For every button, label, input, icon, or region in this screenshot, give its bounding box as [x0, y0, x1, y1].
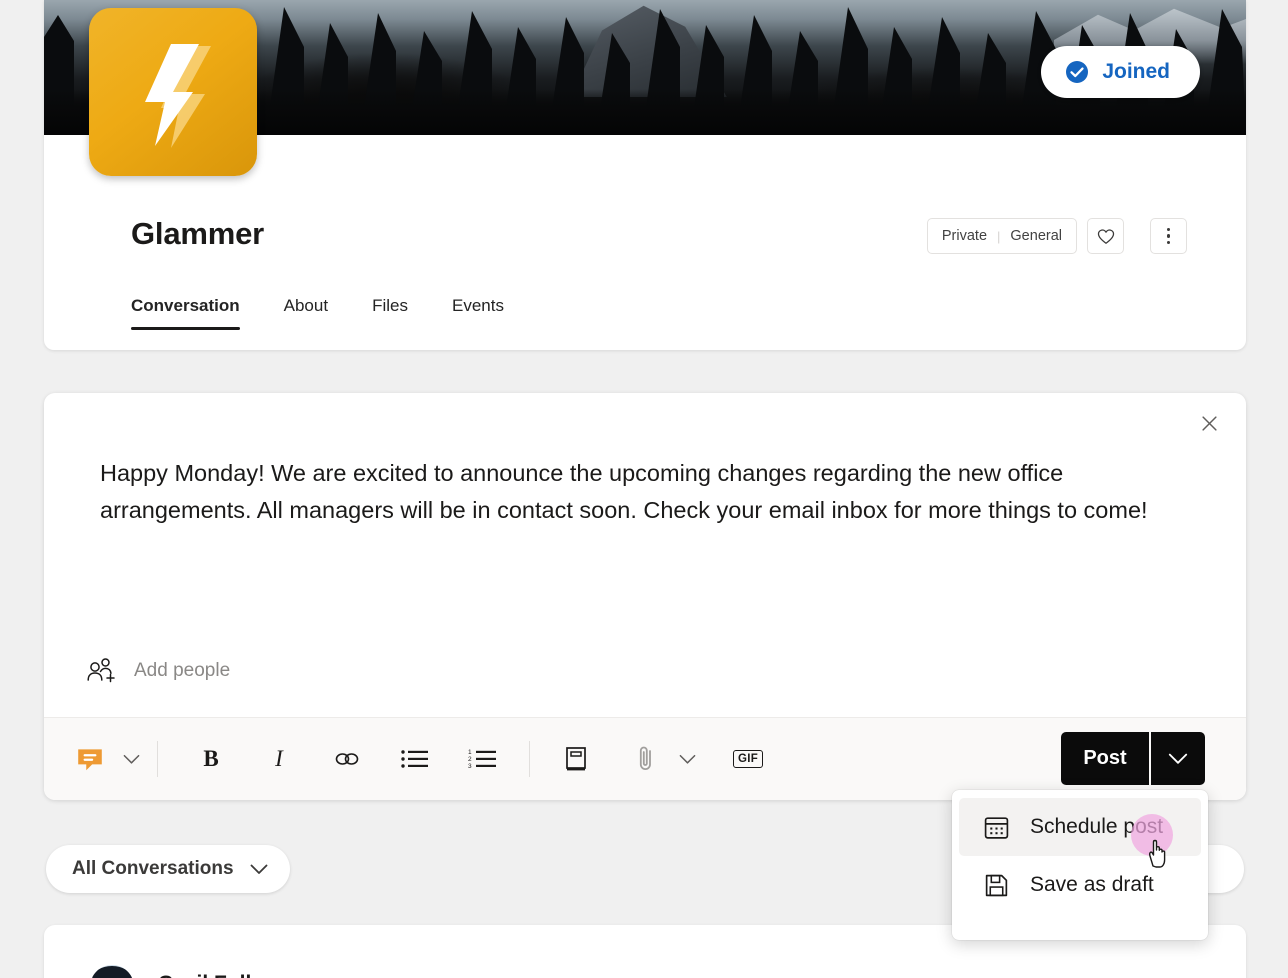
conversation-filter-button[interactable]: All Conversations	[46, 845, 290, 893]
save-floppy-icon	[985, 874, 1008, 896]
group-tabs: Conversation About Files Events	[131, 296, 504, 330]
chevron-down-icon	[250, 864, 267, 874]
message-type-button[interactable]	[66, 735, 114, 783]
group-header-card: Joined Glammer Private | General Convers…	[44, 0, 1246, 350]
avatar	[90, 965, 134, 978]
conversation-filter-label: All Conversations	[72, 858, 234, 879]
toolbar-divider-2	[529, 741, 530, 777]
more-vertical-icon	[1166, 227, 1171, 245]
post-body-text[interactable]: Happy Monday! We are excited to announce…	[100, 455, 1170, 529]
attach-icon	[639, 746, 651, 770]
bulleted-list-button[interactable]	[391, 735, 439, 783]
yammer-group-page: Joined Glammer Private | General Convers…	[0, 0, 1288, 978]
tab-files[interactable]: Files	[372, 296, 408, 330]
more-options-button[interactable]	[1150, 218, 1187, 254]
group-logo	[89, 8, 257, 176]
bold-icon: B	[203, 746, 219, 771]
post-split-button: Post	[1061, 732, 1205, 785]
toolbar-divider	[157, 741, 158, 777]
tab-about[interactable]: About	[284, 296, 328, 330]
lightning-bolt-icon	[145, 44, 211, 148]
bulleted-list-icon	[401, 750, 428, 768]
add-people-row[interactable]: Add people	[86, 657, 230, 685]
link-icon	[335, 753, 359, 765]
chevron-down-icon	[123, 754, 139, 764]
calendar-icon	[984, 816, 1009, 839]
gif-icon: GIF	[732, 750, 764, 768]
chevron-down-icon	[679, 754, 695, 764]
post-author-name: Cecil Folk	[158, 972, 257, 978]
post-options-button[interactable]	[1151, 732, 1205, 785]
add-people-placeholder: Add people	[134, 660, 231, 681]
joined-button[interactable]: Joined	[1041, 46, 1200, 98]
tab-files-label: Files	[372, 296, 408, 315]
gif-button[interactable]: GIF	[724, 735, 772, 783]
pointer-hand-cursor	[1148, 839, 1166, 868]
attach-button[interactable]	[622, 735, 670, 783]
chevron-down-icon	[1168, 753, 1188, 764]
numbered-list-icon: 1 2 3	[468, 749, 496, 770]
group-title: Glammer	[131, 216, 264, 251]
close-icon	[1201, 415, 1217, 431]
check-circle-icon	[1066, 61, 1089, 83]
numbered-list-button[interactable]: 1 2 3	[459, 735, 507, 783]
article-button[interactable]	[552, 735, 600, 783]
avatar-hair	[92, 966, 132, 978]
post-button[interactable]: Post	[1061, 732, 1149, 785]
svg-text:1: 1	[468, 749, 472, 756]
post-composer: Happy Monday! We are excited to announce…	[44, 393, 1246, 800]
group-category-label: General	[1010, 228, 1062, 244]
italic-button[interactable]: I	[255, 735, 303, 783]
svg-text:2: 2	[468, 756, 472, 763]
group-meta-pill[interactable]: Private | General	[926, 218, 1077, 254]
group-privacy-label: Private	[941, 228, 988, 244]
joined-button-label: Joined	[1102, 60, 1170, 83]
tab-about-label: About	[283, 296, 329, 315]
meta-separator: |	[997, 228, 1001, 244]
menu-item-save-as-draft-label: Save as draft	[1030, 873, 1154, 896]
message-type-dropdown[interactable]	[114, 735, 148, 783]
tab-conversation[interactable]: Conversation	[131, 296, 240, 330]
article-icon	[566, 747, 586, 771]
tab-events[interactable]: Events	[452, 296, 504, 330]
svg-text:3: 3	[468, 763, 472, 770]
link-button[interactable]	[323, 735, 371, 783]
post-button-label: Post	[1083, 747, 1127, 769]
attach-dropdown[interactable]	[670, 735, 704, 783]
message-type-icon	[78, 749, 102, 771]
bold-button[interactable]: B	[187, 735, 235, 783]
italic-icon: I	[275, 746, 283, 771]
tab-conversation-label: Conversation	[131, 296, 240, 315]
close-composer-button[interactable]	[1193, 407, 1225, 439]
favorite-button[interactable]	[1087, 218, 1124, 254]
tab-events-label: Events	[451, 296, 504, 315]
heart-icon	[1097, 228, 1114, 244]
add-people-icon	[87, 658, 115, 683]
